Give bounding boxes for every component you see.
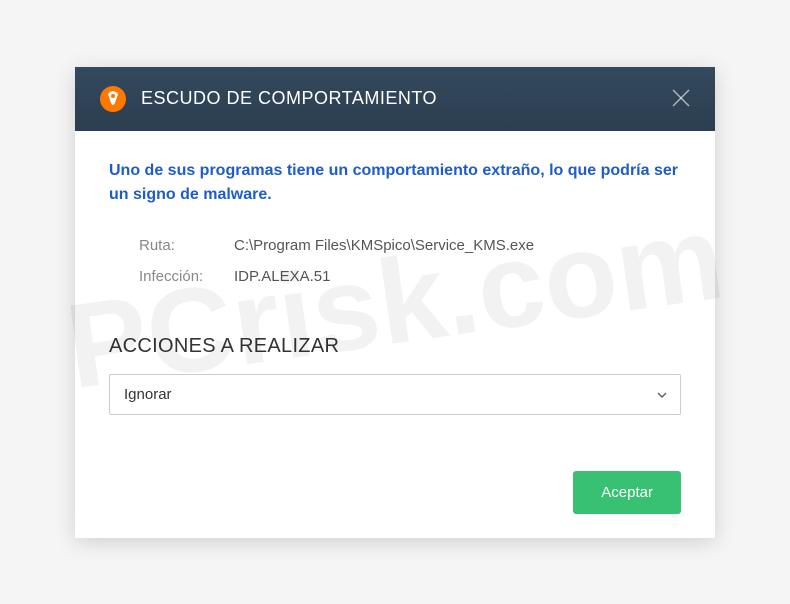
dialog-title: ESCUDO DE COMPORTAMIENTO xyxy=(141,88,437,109)
accept-button[interactable]: Aceptar xyxy=(573,471,681,514)
dialog-footer: Aceptar xyxy=(109,471,681,514)
action-select-wrapper: Ignorar xyxy=(109,374,681,415)
detail-row-path: Ruta: C:\Program Files\KMSpico\Service_K… xyxy=(139,237,681,254)
header-left: ESCUDO DE COMPORTAMIENTO xyxy=(99,85,437,113)
detection-details: Ruta: C:\Program Files\KMSpico\Service_K… xyxy=(109,237,681,285)
dialog-header: ESCUDO DE COMPORTAMIENTO xyxy=(75,67,715,131)
action-select[interactable]: Ignorar xyxy=(109,374,681,415)
dialog-content: Uno de sus programas tiene un comportami… xyxy=(75,131,715,538)
path-value: C:\Program Files\KMSpico\Service_KMS.exe xyxy=(234,237,534,254)
avast-logo-icon xyxy=(99,85,127,113)
detail-row-infection: Infección: IDP.ALEXA.51 xyxy=(139,268,681,285)
actions-section-title: ACCIONES A REALIZAR xyxy=(109,335,681,358)
warning-message: Uno de sus programas tiene un comportami… xyxy=(109,159,681,207)
path-label: Ruta: xyxy=(139,237,234,254)
close-button[interactable] xyxy=(671,85,691,113)
alert-dialog: ESCUDO DE COMPORTAMIENTO Uno de sus prog… xyxy=(75,67,715,538)
infection-value: IDP.ALEXA.51 xyxy=(234,268,330,285)
infection-label: Infección: xyxy=(139,268,234,285)
